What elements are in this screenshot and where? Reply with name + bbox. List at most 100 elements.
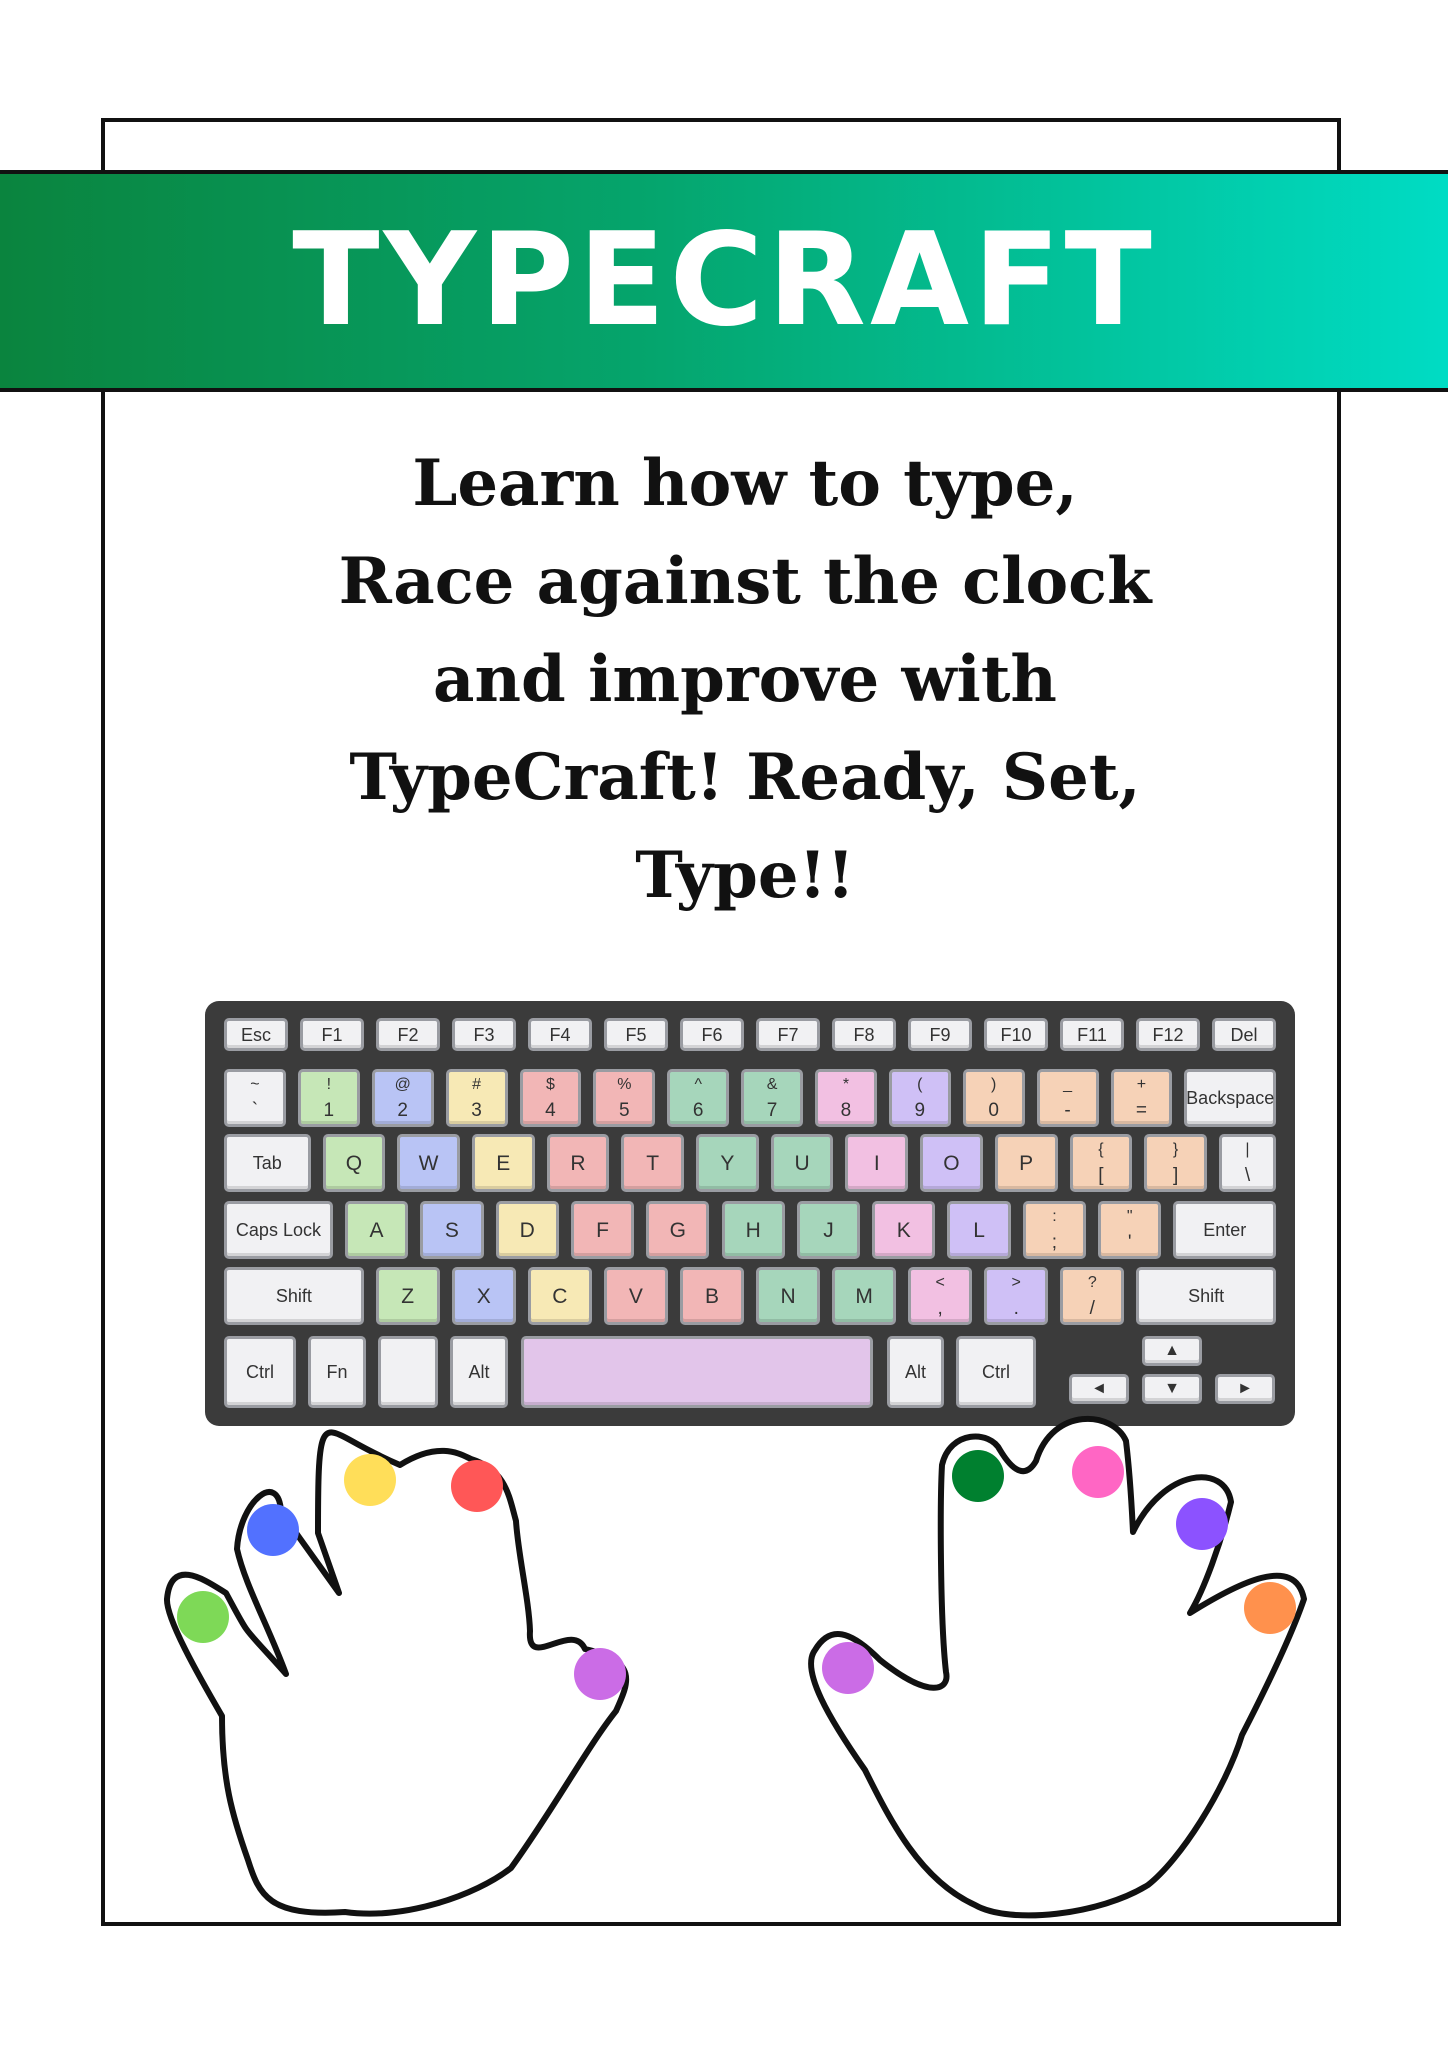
key-8-1-8: * 8	[815, 1069, 877, 1127]
key-label: Y	[720, 1151, 735, 1175]
key-symbol: `	[251, 1099, 259, 1121]
key-caps-lock: Caps Lock	[224, 1201, 333, 1259]
key-label: F1	[321, 1024, 343, 1045]
key-f9: F9	[908, 1018, 972, 1051]
key-label: ◄	[1091, 1380, 1107, 1397]
key-symbol: -	[1064, 1099, 1071, 1121]
key-w: W	[397, 1134, 460, 1192]
key-symbol: 3	[471, 1099, 482, 1121]
key-c: C	[527, 1267, 592, 1325]
key-shift-symbol: )	[991, 1075, 997, 1093]
key-sym-1-11: _ -	[1036, 1069, 1099, 1127]
key-blank	[378, 1336, 438, 1408]
key-label: G	[669, 1218, 686, 1242]
key-label: F	[596, 1218, 609, 1242]
key-ctrl: Ctrl	[956, 1336, 1036, 1408]
key-label: E	[496, 1151, 511, 1175]
key-shift-symbol: %	[617, 1075, 632, 1093]
key-shift-symbol: !	[326, 1075, 332, 1093]
key-sym-4-10: ? /	[1060, 1267, 1125, 1325]
key-e: E	[471, 1134, 535, 1192]
key-label: D	[519, 1218, 535, 1242]
key-symbol: 6	[692, 1099, 704, 1121]
key-symbol: ;	[1051, 1231, 1058, 1253]
key-label: Shift	[275, 1286, 312, 1306]
key-esc: Esc	[224, 1018, 288, 1051]
key-sym-2-12: }]	[1144, 1134, 1207, 1192]
key-tab: Tab	[224, 1134, 311, 1192]
key-symbol: .	[1013, 1297, 1019, 1319]
key-label: Z	[401, 1284, 415, 1308]
key-h: H	[721, 1201, 785, 1259]
right-middle-dot	[1072, 1446, 1124, 1498]
key-shift-symbol: {	[1098, 1140, 1104, 1158]
key-label: T	[646, 1151, 660, 1175]
left-index-dot	[451, 1460, 503, 1512]
key-shift-symbol: "	[1126, 1207, 1133, 1225]
key-symbol: 2	[397, 1099, 408, 1121]
key-d: D	[495, 1201, 559, 1259]
tagline: Learn how to type, Race against the cloc…	[150, 435, 1340, 925]
key-z: Z	[375, 1267, 440, 1325]
key-shift-symbol: *	[842, 1075, 850, 1093]
key-spacebar	[521, 1336, 873, 1408]
key-shift-symbol: $	[545, 1075, 555, 1093]
key-shift-symbol: (	[917, 1075, 923, 1093]
key-symbol: ,	[937, 1297, 943, 1319]
key-sym-1-0: ~ `	[224, 1069, 286, 1127]
key-9-1-9: (9	[888, 1069, 951, 1127]
key-f3: F3	[452, 1018, 516, 1051]
key-label: V	[628, 1284, 643, 1308]
key-symbol: 5	[619, 1099, 630, 1121]
key-shift-symbol: &	[766, 1075, 778, 1093]
key-label: I	[873, 1151, 880, 1175]
key-label: Alt	[904, 1362, 926, 1382]
key-label: S	[444, 1218, 459, 1242]
key-label: U	[794, 1151, 810, 1175]
key-label: X	[476, 1284, 491, 1308]
key-f12: F12	[1136, 1018, 1200, 1051]
key-shift-symbol: @	[394, 1075, 411, 1093]
key-label: H	[745, 1218, 761, 1242]
key-symbol: 1	[323, 1099, 335, 1121]
key-o: O	[920, 1134, 983, 1192]
key-label: L	[973, 1218, 985, 1242]
key-f10: F10	[984, 1018, 1048, 1051]
key-label: Q	[345, 1151, 363, 1175]
key-label: B	[704, 1284, 719, 1308]
key-u: U	[770, 1134, 834, 1192]
key-alt: Alt	[450, 1336, 508, 1408]
key-p: P	[994, 1134, 1058, 1192]
key-label: Fn	[326, 1362, 348, 1382]
key-label: R	[570, 1151, 586, 1175]
key-label: F8	[853, 1024, 875, 1045]
key-label: F12	[1152, 1024, 1184, 1045]
key-sym-3-11: " '	[1098, 1201, 1162, 1259]
key-label: F9	[929, 1024, 951, 1045]
key-symbol: [	[1098, 1164, 1104, 1186]
key-f: F	[570, 1201, 635, 1259]
key-label: Ctrl	[982, 1362, 1010, 1382]
key-symbol: ]	[1172, 1164, 1179, 1186]
key-label: M	[855, 1284, 873, 1308]
key-label: P	[1019, 1151, 1034, 1175]
tagline-line: Type!!	[635, 838, 855, 913]
key-symbol: 0	[988, 1099, 999, 1121]
key-label: ►	[1237, 1380, 1253, 1397]
key-symbol: /	[1089, 1297, 1095, 1319]
key-1-1-1: ! 1	[297, 1069, 360, 1127]
key-label: Enter	[1203, 1220, 1247, 1240]
key-label: N	[780, 1284, 796, 1308]
key-label: W	[418, 1151, 439, 1175]
key-label: ▲	[1164, 1342, 1180, 1359]
key-g: G	[646, 1201, 710, 1259]
right-hand-outline	[808, 1415, 1307, 1919]
key-shift-symbol: _	[1063, 1075, 1073, 1093]
key-alt: Alt	[887, 1336, 944, 1408]
key-label: F10	[1000, 1024, 1032, 1045]
key-f1: F1	[300, 1018, 364, 1051]
tagline-line: TypeCraft! Ready, Set,	[349, 740, 1141, 815]
key-j: J	[796, 1201, 861, 1259]
key-label: Backspace	[1186, 1088, 1275, 1108]
key-label: Esc	[240, 1024, 271, 1045]
